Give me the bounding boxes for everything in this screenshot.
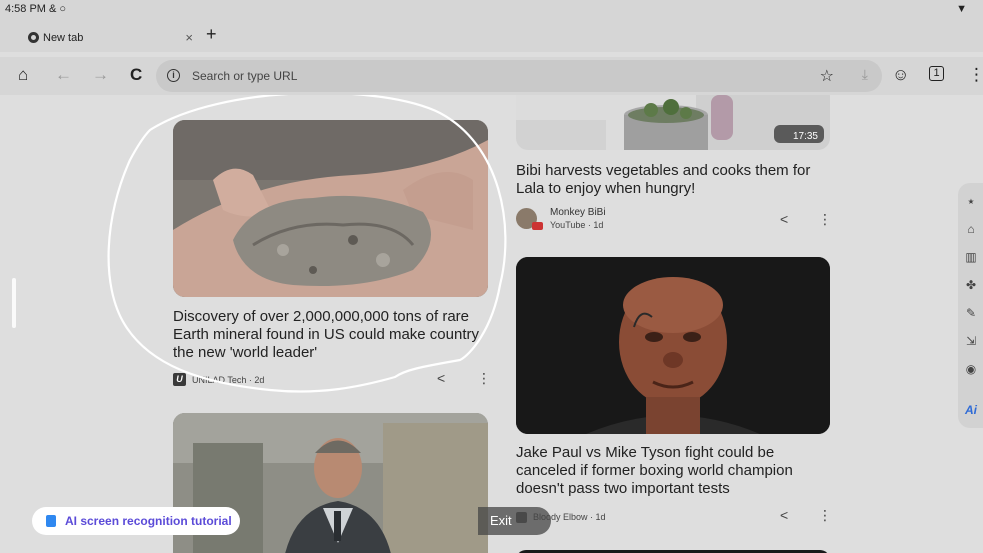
- ai-tutorial-button[interactable]: AI screen recognition tutorial: [32, 507, 240, 535]
- share-icon[interactable]: <: [780, 211, 788, 227]
- status-bar: 4:58 PM & ○ ▼: [0, 0, 983, 22]
- article-headline[interactable]: Jake Paul vs Mike Tyson fight could be c…: [516, 444, 831, 498]
- home-tool-icon[interactable]: ⌂: [963, 221, 979, 237]
- source-name: Monkey BiBi: [550, 207, 606, 218]
- reload-button[interactable]: C: [130, 64, 142, 86]
- omnibox[interactable]: i Search or type URL ☆ ⤓: [156, 60, 882, 92]
- tutorial-book-icon: [46, 515, 56, 527]
- info-icon[interactable]: i: [167, 69, 180, 82]
- youtube-badge-icon: [532, 222, 543, 230]
- tab-title: New tab: [43, 32, 84, 44]
- account-icon[interactable]: ☺: [892, 64, 909, 86]
- hand-drawn-circle-annotation: [107, 95, 507, 393]
- chrome-favicon-icon: [28, 32, 39, 43]
- gamepad-tool-icon[interactable]: ✤: [963, 277, 979, 293]
- scroll-indicator[interactable]: [12, 278, 16, 328]
- source-label: UNILAD Tech · 2d: [192, 375, 265, 385]
- back-button[interactable]: ←: [55, 64, 72, 86]
- mike-tyson-image[interactable]: [516, 257, 830, 434]
- forward-button[interactable]: →: [92, 64, 109, 86]
- cooking-pot-video-thumbnail[interactable]: 17:35: [516, 95, 830, 150]
- home-button[interactable]: ⌂: [18, 64, 28, 86]
- browser-toolbar: ⌂ ← → C i Search or type URL ☆ ⤓ ☺ 1 ⋮: [0, 57, 983, 95]
- cooking-pot-image: [516, 95, 830, 150]
- source-meta: YouTube · 1d: [550, 220, 604, 230]
- video-duration: 17:35: [792, 131, 818, 142]
- discover-feed: 17:35 Bibi harvests vegetables and cooks…: [0, 95, 983, 553]
- tab-new-tab[interactable]: New tab ×: [18, 25, 203, 51]
- article-headline[interactable]: Discovery of over 2,000,000,000 tons of …: [173, 308, 491, 362]
- article-headline[interactable]: Bibi harvests vegetables and cooks them …: [516, 162, 831, 198]
- exit-button[interactable]: Exit: [478, 507, 551, 535]
- exit-label: Exit: [490, 513, 512, 528]
- ai-tool-icon[interactable]: Ai: [963, 402, 979, 418]
- ai-tutorial-label: AI screen recognition tutorial: [65, 514, 232, 528]
- new-tab-button[interactable]: +: [206, 24, 217, 45]
- bookmark-star-icon[interactable]: ☆: [820, 66, 834, 86]
- more-options-icon[interactable]: ⋮: [818, 507, 832, 524]
- omnibox-placeholder[interactable]: Search or type URL: [192, 69, 297, 83]
- record-tool-icon[interactable]: ◉: [963, 361, 979, 377]
- tab-strip: New tab ×: [0, 22, 983, 52]
- back-tool-icon[interactable]: ⭑: [963, 193, 979, 209]
- rare-earth-rock-image[interactable]: [173, 120, 488, 297]
- pen-tool-icon[interactable]: ✎: [963, 305, 979, 321]
- more-options-icon[interactable]: ⋮: [818, 211, 832, 228]
- share-icon[interactable]: <: [780, 507, 788, 523]
- menu-button[interactable]: ⋮: [968, 64, 983, 86]
- split-tool-icon[interactable]: ▥: [963, 249, 979, 265]
- download-icon[interactable]: ⤓: [862, 66, 868, 83]
- side-tool-panel: ⭑ ⌂ ▥ ✤ ✎ ⇲ ◉ Ai: [958, 183, 983, 428]
- status-time: 4:58 PM & ○: [5, 3, 67, 15]
- share-icon[interactable]: <: [437, 370, 445, 386]
- more-options-icon[interactable]: ⋮: [477, 370, 491, 387]
- tab-switcher-button[interactable]: 1: [929, 66, 944, 81]
- unilad-logo-icon: U: [173, 373, 186, 386]
- screenshot-tool-icon[interactable]: ⇲: [963, 333, 979, 349]
- wifi-icon: ▼: [956, 3, 967, 15]
- tab-close-icon[interactable]: ×: [185, 30, 193, 45]
